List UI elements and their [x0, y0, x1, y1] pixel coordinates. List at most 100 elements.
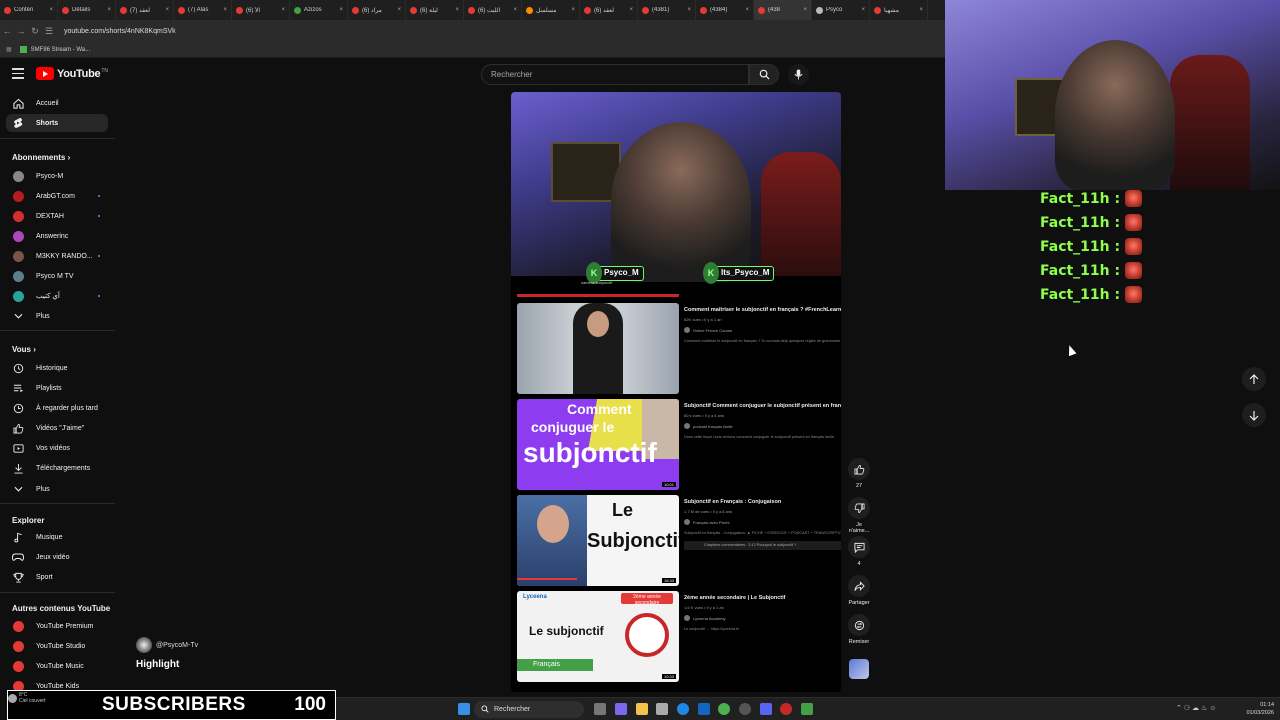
close-tab-icon[interactable]: × — [745, 7, 749, 13]
tab-grid-icon[interactable]: ▦ — [6, 46, 12, 53]
close-tab-icon[interactable]: × — [629, 7, 633, 13]
close-tab-icon[interactable]: × — [803, 7, 807, 13]
sidebar-subscription[interactable]: Answerinc — [6, 227, 108, 245]
menu-icon[interactable] — [12, 68, 24, 79]
recommendation-row[interactable]: Le Subjonctif 16:33 Subjonctif en Français … — [517, 495, 841, 586]
comment-button[interactable]: 4 — [846, 536, 872, 567]
close-tab-icon[interactable]: × — [49, 7, 53, 13]
sidebar-subscription[interactable]: Psyco-M — [6, 167, 108, 185]
recommendation-row[interactable]: Comment maîtriser le subjonctif en franç… — [517, 303, 841, 394]
windows-start-icon[interactable] — [458, 703, 470, 715]
browser-tab[interactable]: مشهيا × — [870, 0, 928, 20]
sidebar-subscription[interactable]: DEXTAH — [6, 207, 108, 225]
next-short-button[interactable] — [1242, 403, 1266, 427]
chrome-icon[interactable] — [718, 703, 730, 715]
sidebar-item[interactable]: Musique — [6, 528, 108, 546]
share-button[interactable]: Partager — [846, 575, 872, 606]
sidebar-subscription[interactable]: M3KKY RANDO... — [6, 247, 108, 265]
kick-icon[interactable] — [801, 703, 813, 715]
video-thumbnail[interactable]: Le Subjonctif 16:33 — [517, 495, 679, 586]
browser-tab[interactable]: (7) لعقد × — [116, 0, 174, 20]
close-tab-icon[interactable]: × — [571, 7, 575, 13]
task-view-icon[interactable] — [594, 703, 606, 715]
reload-icon[interactable]: ↻ — [28, 26, 42, 37]
shorts-player[interactable]: K Psyco_M K Its_Psyco_M camera subjonctif … — [511, 92, 841, 692]
chapters-strip[interactable]: Chapitres commentaires : 2:12 Pourquoi l… — [684, 541, 841, 550]
browser-tab[interactable]: (6) الأ × — [232, 0, 290, 20]
subscriptions-more[interactable]: Plus — [6, 307, 108, 325]
browser-tab[interactable]: Azizos × — [290, 0, 348, 20]
search-button[interactable] — [749, 64, 779, 85]
video-title[interactable]: Comment maîtriser le subjonctif en franç… — [684, 307, 841, 313]
browser-tab[interactable]: (7) Alas × — [174, 0, 232, 20]
mail-icon[interactable] — [698, 703, 710, 715]
app-icon[interactable] — [780, 703, 792, 715]
subscriptions-header[interactable]: Abonnements › — [12, 153, 70, 162]
browser-tab[interactable]: Conten × — [0, 0, 58, 20]
system-clock[interactable]: 01:14 01/03/2026 — [1246, 701, 1274, 717]
sidebar-item[interactable]: YouTube Studio — [6, 637, 108, 655]
video-channel[interactable]: Français avec Pierre — [684, 519, 841, 525]
sidebar-item[interactable]: Jeux vidéo — [6, 548, 108, 566]
close-tab-icon[interactable]: × — [687, 7, 691, 13]
video-channel[interactable]: Lyceena Academy — [684, 615, 841, 621]
close-tab-icon[interactable]: × — [223, 7, 227, 13]
recommendation-row[interactable]: Comment conjuguer le subjonctif 10:01 Subjon… — [517, 399, 841, 490]
voice-search-button[interactable] — [788, 64, 809, 85]
previous-short-button[interactable] — [1242, 367, 1266, 391]
browser-tab[interactable]: (4384) × — [696, 0, 754, 20]
taskbar-search[interactable]: Rechercher — [474, 701, 584, 718]
thumbs-down-button[interactable]: Je n'aime... — [846, 497, 872, 534]
close-tab-icon[interactable]: × — [861, 7, 865, 13]
obs-icon[interactable] — [739, 703, 751, 715]
search-input[interactable]: Rechercher — [481, 64, 749, 85]
back-icon[interactable]: ← — [0, 26, 14, 36]
browser-tab[interactable]: (6) مراد × — [348, 0, 406, 20]
sidebar-subscription[interactable]: ArabGT.com — [6, 187, 108, 205]
discord-icon[interactable] — [760, 703, 772, 715]
sidebar-item-shorts[interactable]: Shorts — [6, 114, 108, 132]
you-more[interactable]: Plus — [6, 480, 108, 498]
browser-tab[interactable]: Psyco × — [812, 0, 870, 20]
bookmark-item[interactable]: SMF86 Stream - Wa... — [19, 46, 90, 53]
video-thumbnail[interactable]: Lyceena 2ème année secondaire Le subjoncti… — [517, 591, 679, 682]
browser-tab[interactable]: (6) ليلة × — [406, 0, 464, 20]
file-explorer-icon[interactable] — [636, 703, 648, 715]
close-tab-icon[interactable]: × — [165, 7, 169, 13]
video-thumbnail[interactable]: Comment conjuguer le subjonctif 10:01 — [517, 399, 679, 490]
video-channel[interactable]: Online French Course — [684, 327, 841, 333]
sidebar-subscription[interactable]: Psyco M TV — [6, 267, 108, 285]
sidebar-item[interactable]: À regarder plus tard — [6, 399, 108, 417]
sound-thumbnail[interactable] — [849, 659, 869, 679]
sidebar-item[interactable]: Vidéos "J'aime" — [6, 419, 108, 437]
store-icon[interactable] — [656, 703, 668, 715]
sidebar-item-home[interactable]: Accueil — [6, 94, 108, 112]
weather-widget[interactable]: 8°C Ciel couvert — [8, 692, 45, 704]
site-info-icon[interactable]: ☰ — [42, 26, 56, 37]
sidebar-item[interactable]: Historique — [6, 359, 108, 377]
remix-button[interactable]: Remixer — [846, 614, 872, 645]
browser-tab[interactable]: Détails × — [58, 0, 116, 20]
youtube-logo[interactable]: YouTube TN — [36, 67, 108, 80]
close-tab-icon[interactable]: × — [339, 7, 343, 13]
url-text[interactable]: youtube.com/shorts/4nNK8KqmSVk — [64, 28, 176, 35]
close-tab-icon[interactable]: × — [107, 7, 111, 13]
sidebar-item[interactable]: Sport — [6, 568, 108, 586]
video-title[interactable]: Subjonctif en Français : Conjugaison — [684, 499, 841, 505]
sidebar-item[interactable]: YouTube Premium — [6, 617, 108, 635]
sidebar-item[interactable]: Téléchargements — [6, 459, 108, 477]
forward-icon[interactable]: → — [14, 26, 28, 36]
video-title[interactable]: Subjonctif Comment conjuguer le subjonct… — [684, 403, 841, 409]
edge-icon[interactable] — [677, 703, 689, 715]
sidebar-item[interactable]: YouTube Music — [6, 657, 108, 675]
close-tab-icon[interactable]: × — [455, 7, 459, 13]
video-thumbnail[interactable] — [517, 303, 679, 394]
browser-tab[interactable]: (4381) × — [638, 0, 696, 20]
video-title[interactable]: 2ème année secondaire | Le Subjonctif — [684, 595, 841, 601]
browser-tab[interactable]: (6) لعقد × — [580, 0, 638, 20]
teams-icon[interactable] — [615, 703, 627, 715]
video-channel[interactable]: podcast français facile — [684, 423, 841, 429]
browser-tab[interactable]: (6) الليت × — [464, 0, 522, 20]
close-tab-icon[interactable]: × — [397, 7, 401, 13]
close-tab-icon[interactable]: × — [281, 7, 285, 13]
